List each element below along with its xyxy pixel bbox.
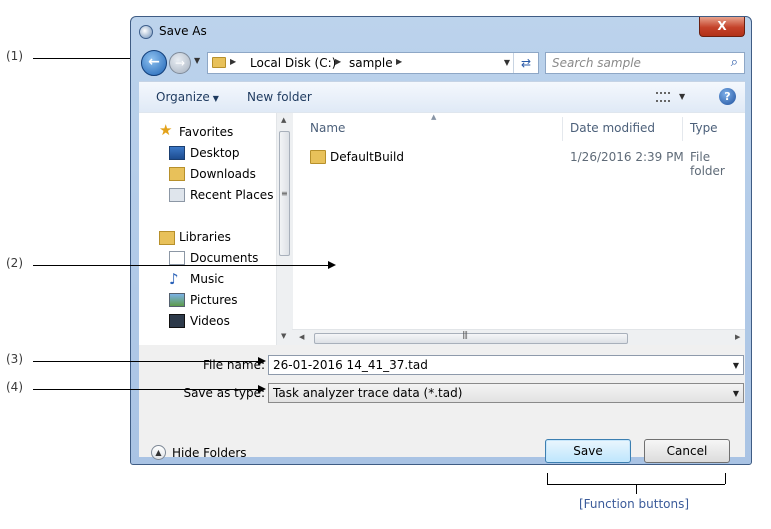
bracket-right xyxy=(725,473,726,484)
desktop-icon xyxy=(169,146,185,160)
file-date-cell: 1/26/2016 2:39 PM xyxy=(570,150,684,164)
refresh-icon[interactable]: ⇄ xyxy=(513,53,538,73)
file-scroll-thumb[interactable] xyxy=(314,333,628,344)
star-icon: ★ xyxy=(159,121,173,139)
music-icon: ♪ xyxy=(169,270,179,288)
column-header-type[interactable]: Type xyxy=(690,121,718,135)
callout-3: (3) xyxy=(6,352,23,366)
callout-4: (4) xyxy=(6,380,23,394)
new-folder-button[interactable]: New folder xyxy=(247,90,312,104)
navigation-pane: ★ Favorites Desktop Downloads Recent Pla… xyxy=(139,113,293,346)
nav-libraries[interactable]: Libraries xyxy=(179,230,231,244)
callout-4-arrowhead xyxy=(258,385,266,393)
scroll-left-icon[interactable]: ◀ xyxy=(299,333,304,341)
bracket-left xyxy=(547,473,548,484)
file-name-cell[interactable]: DefaultBuild xyxy=(330,150,404,164)
callout-4-line xyxy=(33,389,258,390)
save-as-type-value: Task analyzer trace data (*.tad) xyxy=(273,386,463,400)
address-bar[interactable]: ▶ Local Disk (C:) ▶ sample ▶ ▼ ⇄ xyxy=(207,52,539,74)
nav-scrollbar[interactable]: ▲ ≡ ▼ xyxy=(276,113,293,346)
window-title: Save As xyxy=(159,24,207,38)
close-button[interactable]: X xyxy=(699,17,745,37)
pictures-icon xyxy=(169,293,185,307)
nav-documents[interactable]: Documents xyxy=(190,251,258,265)
scroll-up-icon[interactable]: ▲ xyxy=(281,116,286,124)
back-arrow-icon[interactable]: ← xyxy=(141,50,167,76)
nav-music[interactable]: Music xyxy=(190,272,224,286)
breadcrumb-local-disk[interactable]: Local Disk (C:) xyxy=(250,56,336,70)
file-name-value[interactable]: 26-01-2016 14_41_37.tad xyxy=(273,358,428,372)
column-divider[interactable] xyxy=(562,117,563,141)
nav-pictures[interactable]: Pictures xyxy=(190,293,238,307)
recent-locations-chevron-icon[interactable]: ▼ xyxy=(194,56,200,65)
chevron-right-icon: ▶ xyxy=(396,57,403,66)
libraries-icon xyxy=(159,231,175,245)
chevron-right-icon: ▶ xyxy=(335,57,342,66)
callout-2-line xyxy=(33,265,328,266)
nav-desktop[interactable]: Desktop xyxy=(190,146,240,160)
hide-folders-chevron-icon[interactable]: ▲ xyxy=(151,445,166,460)
nav-videos[interactable]: Videos xyxy=(190,314,230,328)
callout-3-line xyxy=(33,361,258,362)
scroll-grip-icon: ||| xyxy=(462,330,468,339)
breadcrumb-sample[interactable]: sample xyxy=(349,56,393,70)
callout-2-arrowhead xyxy=(328,261,336,269)
downloads-icon xyxy=(169,167,185,181)
address-dropdown-icon[interactable]: ▼ xyxy=(504,58,510,67)
scroll-right-icon[interactable]: ▶ xyxy=(735,333,740,341)
scroll-grip-icon: ≡ xyxy=(281,189,288,198)
videos-icon xyxy=(169,314,185,328)
file-type-cell: File folder xyxy=(690,150,725,178)
nav-favorites[interactable]: Favorites xyxy=(179,125,233,139)
help-icon[interactable]: ? xyxy=(719,88,736,105)
chevron-down-icon[interactable]: ▼ xyxy=(733,361,739,370)
sort-indicator-icon: ▲ xyxy=(431,113,437,121)
chevron-down-icon: ▼ xyxy=(212,94,219,103)
chevron-down-icon[interactable]: ▼ xyxy=(679,92,685,101)
column-header-name[interactable]: Name xyxy=(310,121,345,135)
column-divider[interactable] xyxy=(682,117,683,141)
save-as-dialog: Save As X ← → ▼ ▶ Local Disk (C:) ▶ samp… xyxy=(130,16,752,465)
chevron-down-icon[interactable]: ▼ xyxy=(733,389,739,398)
search-box[interactable]: ⌕ xyxy=(545,52,745,74)
folder-icon xyxy=(310,150,326,164)
callout-1: (1) xyxy=(6,49,23,63)
callout-2: (2) xyxy=(6,256,23,270)
bracket-tick xyxy=(636,484,637,494)
toolbar: Organize ▼ New folder ▼ ? xyxy=(139,81,745,113)
callout-3-arrowhead xyxy=(258,357,266,365)
scroll-down-icon[interactable]: ▼ xyxy=(281,332,286,340)
hide-folders-button[interactable]: Hide Folders xyxy=(172,446,247,460)
documents-icon xyxy=(169,251,185,265)
nav-recent-places[interactable]: Recent Places xyxy=(190,188,273,202)
file-name-combo[interactable]: 26-01-2016 14_41_37.tad ▼ xyxy=(268,355,744,375)
app-icon xyxy=(139,25,153,39)
cancel-button[interactable]: Cancel xyxy=(644,439,730,463)
function-buttons-label: [Function buttons] xyxy=(579,497,690,511)
file-list-pane: ▲ Name Date modified Type DefaultBuild 1… xyxy=(292,113,745,347)
column-header-date-modified[interactable]: Date modified xyxy=(570,121,655,135)
view-options-icon[interactable] xyxy=(656,92,670,102)
forward-arrow-icon[interactable]: → xyxy=(169,52,191,74)
save-button[interactable]: Save xyxy=(545,439,631,463)
search-icon[interactable]: ⌕ xyxy=(731,55,738,70)
nav-downloads[interactable]: Downloads xyxy=(190,167,256,181)
search-input[interactable] xyxy=(552,55,712,71)
recent-places-icon xyxy=(169,188,185,202)
folder-icon xyxy=(212,57,226,68)
content-area: ★ Favorites Desktop Downloads Recent Pla… xyxy=(139,112,745,347)
chevron-right-icon: ▶ xyxy=(230,57,237,66)
save-as-type-select[interactable]: Task analyzer trace data (*.tad) ▼ xyxy=(268,383,744,403)
organize-button[interactable]: Organize ▼ xyxy=(156,90,219,104)
